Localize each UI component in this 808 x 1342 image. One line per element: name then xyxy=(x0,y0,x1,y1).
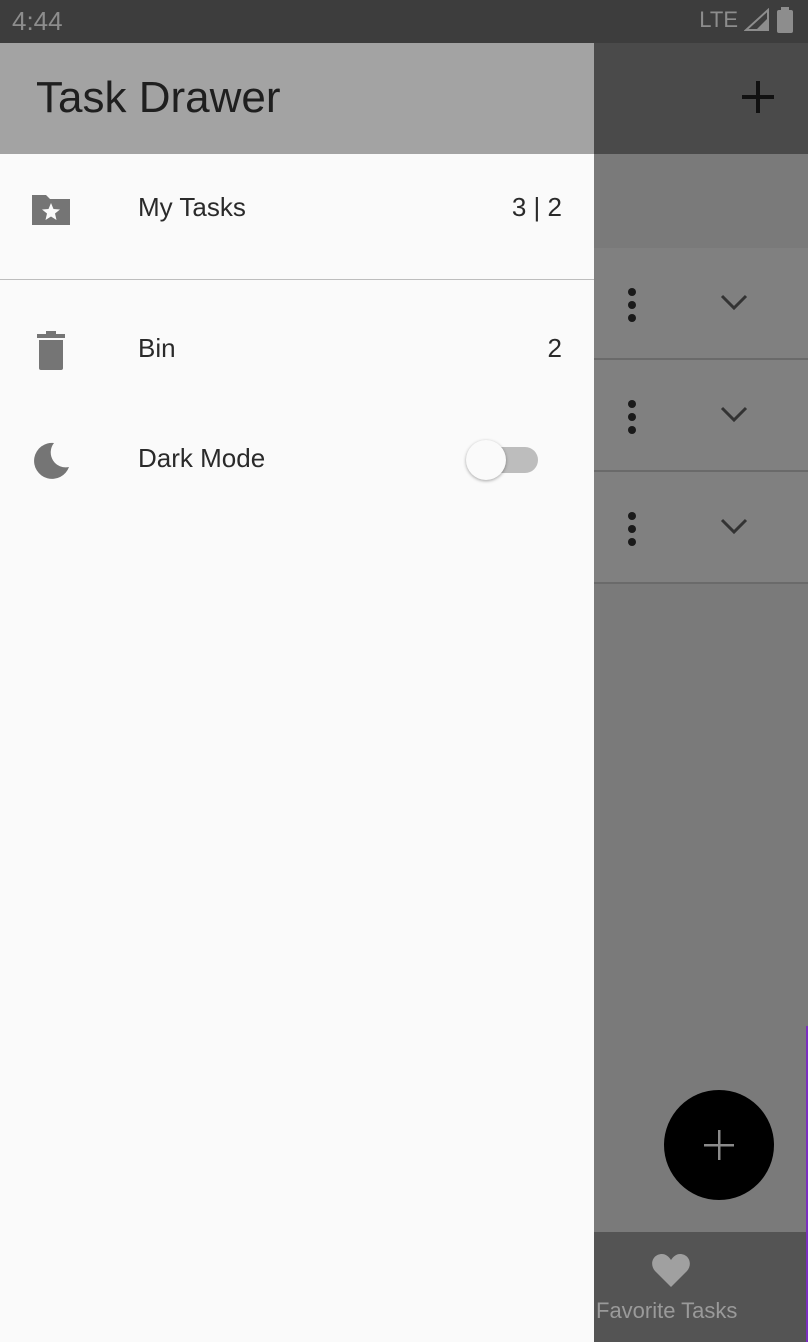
drawer-title: Task Drawer xyxy=(36,73,281,122)
more-vert-icon[interactable] xyxy=(622,512,642,546)
drawer-item-label: My Tasks xyxy=(138,192,246,222)
chevron-down-icon[interactable] xyxy=(718,514,750,538)
dark-mode-toggle[interactable] xyxy=(466,439,540,481)
network-type: LTE xyxy=(699,7,738,32)
status-time: 4:44 xyxy=(12,6,63,36)
drawer-item-label: Dark Mode xyxy=(138,443,266,473)
more-vert-icon[interactable] xyxy=(622,288,642,322)
bin-count: 2 xyxy=(547,333,562,363)
task-card[interactable] xyxy=(594,472,808,584)
task-count: 3 | 2 xyxy=(511,192,562,222)
chevron-down-icon[interactable] xyxy=(718,290,750,314)
drawer-item-bin[interactable]: Bin 2 xyxy=(0,295,594,405)
drawer-header: Task Drawer xyxy=(0,43,594,154)
task-card[interactable] xyxy=(594,360,808,472)
drawer-item-label: Bin xyxy=(138,333,176,363)
add-task-fab[interactable] xyxy=(664,1090,774,1200)
navigation-drawer: Task Drawer My Tasks 3 | 2 Bin 2 Dark Mo… xyxy=(0,43,594,1342)
drawer-divider xyxy=(0,279,594,280)
heart-icon[interactable] xyxy=(651,1252,691,1288)
task-card[interactable] xyxy=(594,248,808,360)
battery-icon xyxy=(777,7,793,33)
drawer-item-my-tasks[interactable]: My Tasks 3 | 2 xyxy=(0,154,594,264)
moon-icon xyxy=(34,442,69,479)
trash-icon xyxy=(37,331,65,370)
toggle-thumb xyxy=(466,440,506,480)
add-icon[interactable] xyxy=(736,75,780,119)
favorite-tasks-tab-label[interactable]: Favorite Tasks xyxy=(596,1298,776,1324)
more-vert-icon[interactable] xyxy=(622,400,642,434)
drawer-item-dark-mode[interactable]: Dark Mode xyxy=(0,405,594,515)
signal-icon xyxy=(744,8,769,31)
status-icons: LTE xyxy=(699,7,794,33)
plus-icon xyxy=(704,1130,734,1160)
status-bar: 4:44 LTE xyxy=(0,0,808,43)
chevron-down-icon[interactable] xyxy=(718,402,750,426)
folder-star-icon xyxy=(32,195,70,225)
